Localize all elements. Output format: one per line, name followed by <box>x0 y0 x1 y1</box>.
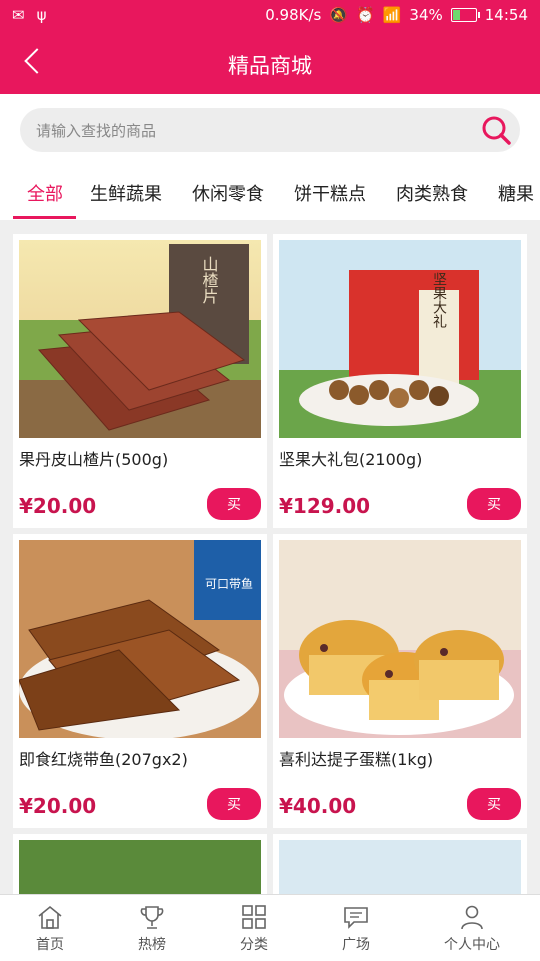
nav-profile-label: 个人中心 <box>444 937 500 953</box>
alarm-icon: ⏰ <box>356 6 375 24</box>
user-icon <box>461 905 483 930</box>
nav-hot[interactable]: 热榜 <box>112 903 192 954</box>
bottom-nav: 首页 热榜 分类 广场 个人中心 <box>0 894 540 961</box>
search-input[interactable]: 请输入查找的商品 <box>20 108 520 152</box>
product-image <box>279 540 521 738</box>
nav-profile[interactable]: 个人中心 <box>432 903 512 954</box>
buy-button[interactable]: 买 <box>207 488 261 520</box>
chat-icon <box>344 907 368 929</box>
network-speed: 0.98K/s <box>265 6 322 24</box>
search-icon[interactable] <box>480 114 512 146</box>
category-tabs: 全部 生鲜蔬果 休闲零食 饼干糕点 肉类熟食 糖果 <box>0 166 540 220</box>
notification-icon: ✉ <box>12 6 25 24</box>
active-tab-indicator <box>13 216 76 219</box>
search-placeholder: 请输入查找的商品 <box>36 121 157 140</box>
product-name: 即食红烧带鱼(207gx2) <box>19 750 188 769</box>
buy-button[interactable]: 买 <box>207 788 261 820</box>
clock: 14:54 <box>484 6 528 24</box>
product-image: 可口带鱼 <box>19 540 261 738</box>
product-card[interactable] <box>13 834 267 894</box>
buy-button[interactable]: 买 <box>467 488 521 520</box>
grid-icon <box>242 905 266 929</box>
pack-label-1: 山楂片 <box>200 256 219 304</box>
product-name: 喜利达提子蛋糕(1kg) <box>279 750 434 769</box>
wifi-icon: 📶 <box>382 6 402 24</box>
nav-square[interactable]: 广场 <box>316 903 396 954</box>
product-card[interactable]: 喜利达提子蛋糕(1kg) ¥40.00 买 <box>273 534 527 828</box>
tab-snacks[interactable]: 休闲零食 <box>192 180 264 206</box>
buy-button[interactable]: 买 <box>467 788 521 820</box>
product-image <box>279 840 521 894</box>
battery-icon <box>450 8 480 22</box>
page-title: 精品商城 <box>228 54 312 78</box>
nav-home-label: 首页 <box>36 937 64 953</box>
mute-icon: 🔕 <box>329 6 349 24</box>
product-price: ¥20.00 <box>19 794 97 818</box>
product-price: ¥129.00 <box>279 494 371 518</box>
status-bar: ✉ ψ 0.98K/s 🔕 ⏰ 📶 34% 14:54 <box>0 0 540 32</box>
product-image: 坚果大礼 <box>279 240 521 438</box>
tab-fresh[interactable]: 生鲜蔬果 <box>90 180 162 206</box>
nav-category-label: 分类 <box>240 937 268 953</box>
product-price: ¥40.00 <box>279 794 357 818</box>
search-bar: 请输入查找的商品 <box>0 94 540 166</box>
product-name: 果丹皮山楂片(500g) <box>19 450 169 469</box>
tab-all[interactable]: 全部 <box>27 180 63 206</box>
tab-meat[interactable]: 肉类熟食 <box>396 180 468 206</box>
nav-square-label: 广场 <box>342 937 370 953</box>
tab-biscuits[interactable]: 饼干糕点 <box>294 180 366 206</box>
usb-icon: ψ <box>36 6 47 24</box>
pack-label-3: 可口带鱼 <box>205 577 253 591</box>
product-card[interactable]: 山楂片 果丹皮山楂片(500g) ¥20.00 买 <box>13 234 267 528</box>
nav-category[interactable]: 分类 <box>214 903 294 954</box>
product-image: 山楂片 <box>19 240 261 438</box>
home-icon <box>38 905 62 929</box>
product-name: 坚果大礼包(2100g) <box>279 450 423 469</box>
nav-hot-label: 热榜 <box>138 937 166 953</box>
product-price: ¥20.00 <box>19 494 97 518</box>
trophy-icon <box>140 906 164 929</box>
battery-percent: 34% <box>409 6 443 24</box>
product-card[interactable]: 可口带鱼 即食红烧带鱼(207gx2) ¥20.00 买 <box>13 534 267 828</box>
tab-candy[interactable]: 糖果 <box>498 180 534 206</box>
app-header: 精品商城 <box>0 32 540 94</box>
product-image <box>19 840 261 894</box>
nav-home[interactable]: 首页 <box>10 903 90 954</box>
product-card[interactable]: 坚果大礼 坚果大礼包(2100g) ¥129.00 买 <box>273 234 527 528</box>
product-card[interactable] <box>273 834 527 894</box>
pack-label-2: 坚果大礼 <box>431 272 447 328</box>
battery-fill <box>452 10 460 20</box>
